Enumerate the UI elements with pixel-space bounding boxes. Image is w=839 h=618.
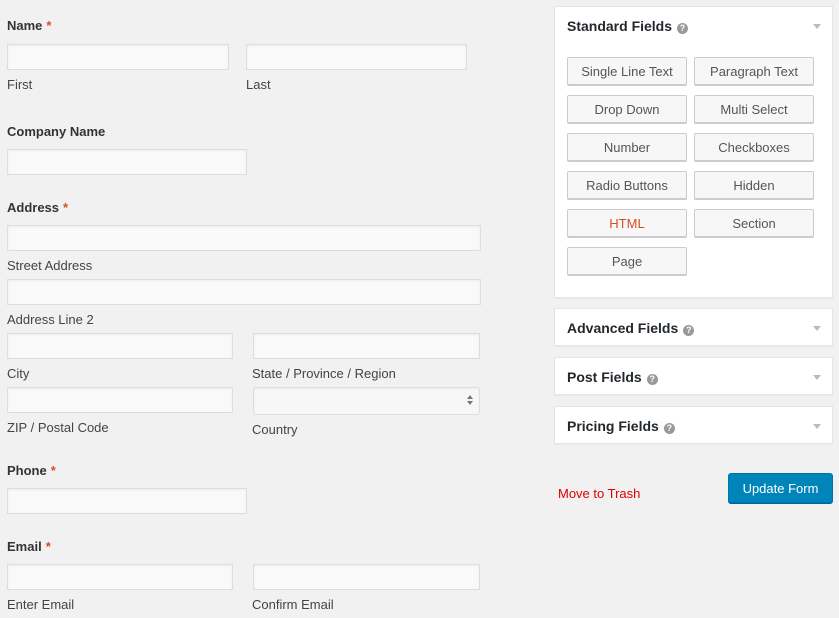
advanced-fields-panel[interactable]: Advanced Fields? (554, 308, 833, 346)
add-page-button[interactable]: Page (567, 247, 687, 275)
post-fields-panel[interactable]: Post Fields? (554, 357, 833, 395)
update-form-button[interactable]: Update Form (728, 473, 833, 503)
required-marker: * (46, 18, 52, 33)
country-select[interactable] (253, 387, 480, 415)
confirm-email-input[interactable] (253, 564, 480, 590)
street-address-input[interactable] (7, 225, 481, 251)
help-icon[interactable]: ? (663, 423, 675, 434)
select-arrows-icon (467, 395, 473, 405)
confirm-email-sublabel: Confirm Email (252, 597, 334, 612)
add-drop-down-button[interactable]: Drop Down (567, 95, 687, 123)
first-name-input[interactable] (7, 44, 229, 70)
caret-down-icon[interactable] (813, 326, 821, 331)
add-single-line-text-button[interactable]: Single Line Text (567, 57, 687, 85)
address-line2-sublabel: Address Line 2 (7, 312, 94, 327)
address-line2-input[interactable] (7, 279, 481, 305)
caret-down-icon[interactable] (813, 375, 821, 380)
address-field-label: Address * (7, 200, 69, 215)
help-icon[interactable]: ? (683, 325, 695, 336)
country-sublabel: Country (252, 422, 298, 437)
name-field-label: Name * (7, 18, 52, 33)
company-field-label: Company Name (7, 124, 106, 139)
advanced-fields-toggle[interactable]: Advanced Fields? (567, 309, 695, 347)
zip-sublabel: ZIP / Postal Code (7, 420, 109, 435)
help-icon[interactable]: ? (646, 374, 658, 385)
add-number-button[interactable]: Number (567, 133, 687, 161)
standard-fields-toggle[interactable]: Standard Fields? (567, 7, 689, 45)
add-html-button[interactable]: HTML (567, 209, 687, 237)
add-multi-select-button[interactable]: Multi Select (694, 95, 814, 123)
last-name-input[interactable] (246, 44, 467, 70)
help-icon[interactable]: ? (677, 23, 689, 34)
city-input[interactable] (7, 333, 233, 359)
phone-field-label: Phone * (7, 463, 56, 478)
required-marker: * (45, 539, 51, 554)
enter-email-sublabel: Enter Email (7, 597, 75, 612)
pricing-fields-panel[interactable]: Pricing Fields? (554, 406, 833, 444)
required-marker: * (63, 200, 69, 215)
street-address-sublabel: Street Address (7, 258, 93, 273)
email-field-label: Email * (7, 539, 51, 554)
state-input[interactable] (253, 333, 480, 359)
add-checkboxes-button[interactable]: Checkboxes (694, 133, 814, 161)
first-name-sublabel: First (7, 77, 33, 92)
enter-email-input[interactable] (7, 564, 233, 590)
city-sublabel: City (7, 366, 30, 381)
add-section-button[interactable]: Section (694, 209, 814, 237)
state-sublabel: State / Province / Region (252, 366, 396, 381)
company-name-input[interactable] (7, 149, 247, 175)
move-to-trash-link[interactable]: Move to Trash (558, 486, 640, 501)
add-paragraph-text-button[interactable]: Paragraph Text (694, 57, 814, 85)
pricing-fields-toggle[interactable]: Pricing Fields? (567, 407, 675, 445)
standard-fields-panel: Standard Fields? Single Line Text Paragr… (554, 6, 833, 298)
required-marker: * (50, 463, 56, 478)
caret-down-icon[interactable] (813, 24, 821, 29)
add-radio-buttons-button[interactable]: Radio Buttons (567, 171, 687, 199)
last-name-sublabel: Last (246, 77, 271, 92)
caret-down-icon[interactable] (813, 424, 821, 429)
zip-input[interactable] (7, 387, 233, 413)
phone-input[interactable] (7, 488, 247, 514)
add-hidden-button[interactable]: Hidden (694, 171, 814, 199)
post-fields-toggle[interactable]: Post Fields? (567, 358, 658, 396)
